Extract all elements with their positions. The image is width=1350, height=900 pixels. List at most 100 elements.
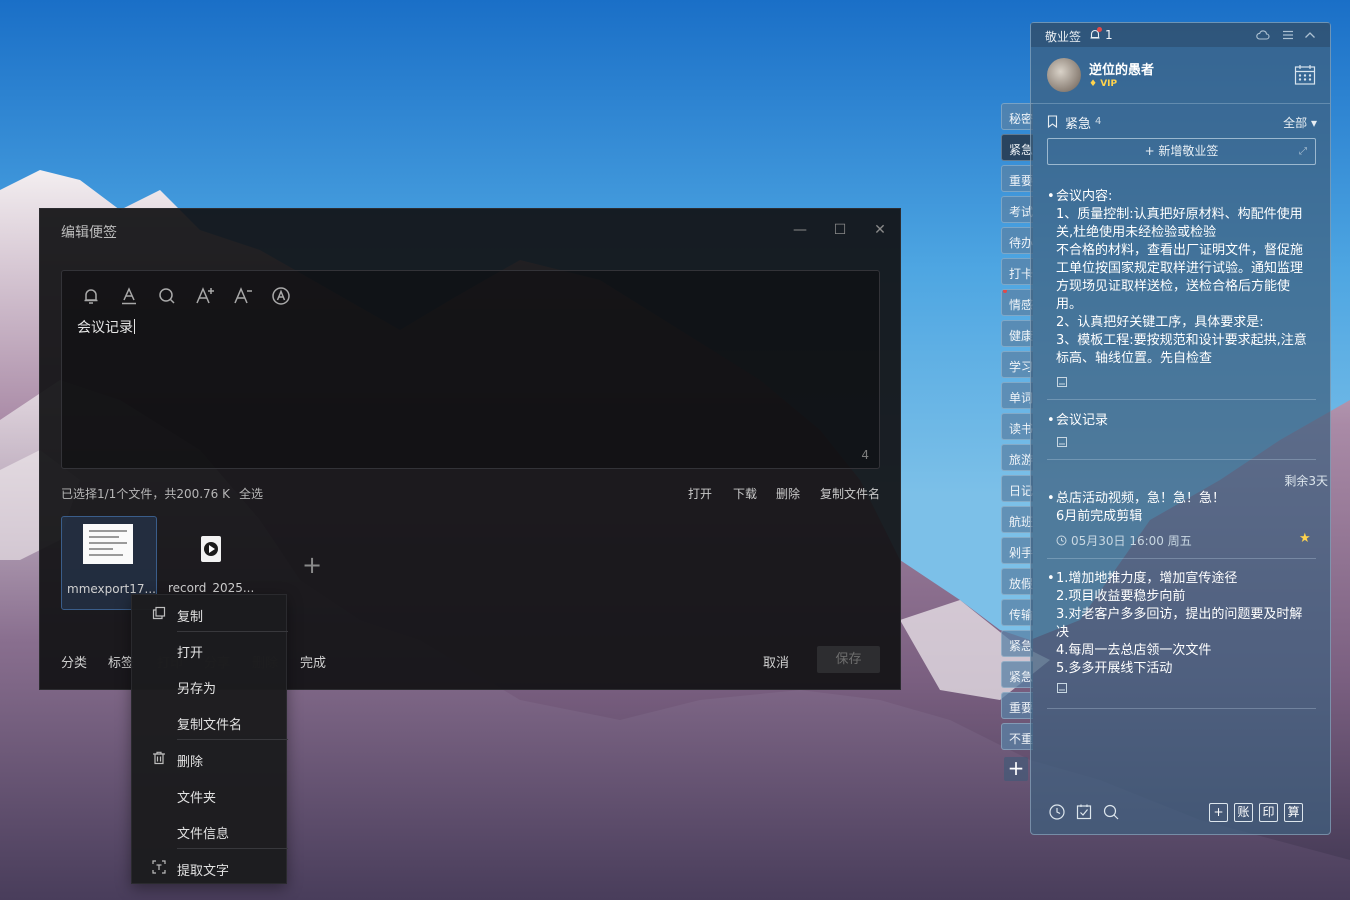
done-button[interactable]: 完成 xyxy=(300,652,326,671)
maximize-button[interactable]: ☐ xyxy=(829,219,851,241)
note-item[interactable]: • 1.增加地推力度，增加宣传途径 2.项目收益要稳步向前 3.对老客户多多回访… xyxy=(1047,570,1316,680)
menu-item-folder[interactable]: 文件夹 xyxy=(132,777,288,813)
font-size-decrease-icon[interactable] xyxy=(232,285,254,307)
delete-file-link[interactable]: 删除 xyxy=(776,485,800,502)
cancel-button[interactable]: 取消 xyxy=(763,652,789,671)
attachment-bar: 已选择1/1个文件，共200.76 K 全选 打开 下载 删除 复制文件名 xyxy=(61,485,881,503)
avatar[interactable] xyxy=(1047,58,1081,92)
add-category-button[interactable]: + xyxy=(1004,757,1028,781)
tab-emotion[interactable]: 情感 xyxy=(1001,289,1033,316)
checklist-icon[interactable] xyxy=(1075,803,1093,821)
window-title: 编辑便签 xyxy=(61,225,117,241)
note-item[interactable]: • 总店活动视频，急！急！急！ 6月前完成剪辑 xyxy=(1047,490,1316,530)
collapse-chevron-icon[interactable] xyxy=(1303,28,1317,42)
category-name: 紧急 xyxy=(1065,117,1092,132)
media-file-icon xyxy=(201,536,221,562)
menu-item-copy[interactable]: 复制 xyxy=(132,596,288,632)
category-header: 紧急 4 全部 ▾ xyxy=(1047,113,1317,132)
font-size-increase-icon[interactable] xyxy=(194,285,216,307)
reminder-bell-icon[interactable] xyxy=(80,285,102,307)
new-note-button[interactable]: + 新增敬业签 ⤢ xyxy=(1047,138,1316,165)
attachment-name: record_2025... xyxy=(168,581,255,595)
calendar-icon[interactable] xyxy=(1293,63,1317,87)
tab-todo[interactable]: 待办 xyxy=(1001,227,1033,254)
category-button[interactable]: 分类 xyxy=(61,652,87,671)
search-icon[interactable] xyxy=(1102,803,1120,821)
calculator-button[interactable]: 算 xyxy=(1284,803,1303,822)
search-icon[interactable] xyxy=(156,285,178,307)
reminder-badge xyxy=(1097,27,1102,32)
tab-words[interactable]: 单词 xyxy=(1001,382,1033,409)
tab-travel[interactable]: 旅游 xyxy=(1001,444,1033,471)
cloud-sync-icon[interactable] xyxy=(1256,28,1270,42)
tab-checkin[interactable]: 打卡 xyxy=(1001,258,1033,285)
category-count: 4 xyxy=(1095,116,1102,127)
expand-icon: ⤢ xyxy=(1299,146,1307,157)
tab-not-important[interactable]: 不重 xyxy=(1001,723,1033,750)
note-text: 会议内容: 1、质量控制:认真把好原材料、构配件使用关,杜绝使用未经检验或检验 … xyxy=(1056,189,1307,364)
menu-icon[interactable] xyxy=(1281,28,1295,42)
panel-header[interactable]: 敬业签 1 xyxy=(1031,23,1330,47)
tab-flight[interactable]: 航班 xyxy=(1001,506,1033,533)
note-text[interactable]: 会议记录 xyxy=(77,317,135,337)
tab-transfer[interactable]: 传输 xyxy=(1001,599,1033,626)
close-button[interactable]: ✕ xyxy=(869,219,891,241)
tab-holiday[interactable]: 放假 xyxy=(1001,568,1033,595)
tab-urgent-3[interactable]: 紧急 xyxy=(1001,661,1033,688)
select-all-link[interactable]: 全选 xyxy=(239,485,263,502)
add-attachment-button[interactable]: + xyxy=(302,553,322,577)
scan-text-icon xyxy=(152,860,166,874)
remaining-days: 剩余3天 xyxy=(1284,474,1328,488)
tab-urgent-2[interactable]: 紧急 xyxy=(1001,630,1033,657)
title-bar[interactable]: 编辑便签 — ☐ ✕ xyxy=(40,209,900,251)
tab-urgent[interactable]: 紧急 xyxy=(1001,134,1033,161)
add-note-icon[interactable]: + xyxy=(1209,803,1228,822)
user-name: 逆位的愚者 xyxy=(1089,63,1155,78)
note-editor[interactable]: 会议记录 4 xyxy=(61,270,880,469)
save-button[interactable]: 保存 xyxy=(817,646,880,673)
print-button[interactable]: 印 xyxy=(1259,803,1278,822)
note-item[interactable]: • 会议记录 xyxy=(1047,412,1316,432)
file-context-menu: 复制 打开 另存为 复制文件名 删除 文件夹 文件信息 提取文字 xyxy=(131,594,288,886)
attachment-icon xyxy=(1056,436,1068,448)
tab-secret[interactable]: 秘密 xyxy=(1001,103,1033,130)
app-name: 敬业签 xyxy=(1045,30,1082,44)
tab-diary[interactable]: 日记 xyxy=(1001,475,1033,502)
note-text: 1.增加地推力度，增加宣传途径 2.项目收益要稳步向前 3.对老客户多多回访，提… xyxy=(1056,571,1303,676)
tab-study[interactable]: 学习 xyxy=(1001,351,1033,378)
text-color-icon[interactable] xyxy=(118,285,140,307)
tab-reading[interactable]: 读书 xyxy=(1001,413,1033,440)
clear-format-icon[interactable] xyxy=(270,285,292,307)
clock-icon xyxy=(1056,535,1067,546)
minimize-button[interactable]: — xyxy=(789,219,811,241)
menu-item-save-as[interactable]: 另存为 xyxy=(132,668,288,704)
menu-item-extract-text[interactable]: 提取文字 xyxy=(132,850,288,886)
filter-dropdown[interactable]: 全部 ▾ xyxy=(1283,114,1317,131)
tab-shopping[interactable]: 剁手 xyxy=(1001,537,1033,564)
open-file-link[interactable]: 打开 xyxy=(688,485,712,502)
panel-footer: + 账 印 算 xyxy=(1031,800,1330,826)
note-item[interactable]: • 会议内容: 1、质量控制:认真把好原材料、构配件使用关,杜绝使用未经检验或检… xyxy=(1047,188,1316,364)
menu-item-copy-filename[interactable]: 复制文件名 xyxy=(132,704,288,740)
ledger-button[interactable]: 账 xyxy=(1234,803,1253,822)
tab-exam[interactable]: 考试 xyxy=(1001,196,1033,223)
trash-icon xyxy=(152,751,166,765)
clock-icon[interactable] xyxy=(1048,803,1066,821)
image-thumbnail xyxy=(83,524,133,564)
menu-item-delete[interactable]: 删除 xyxy=(132,741,288,777)
due-time: 05月30日 16:00 周五 xyxy=(1056,532,1192,549)
star-icon[interactable]: ★ xyxy=(1299,531,1311,546)
tab-important[interactable]: 重要 xyxy=(1001,165,1033,192)
menu-item-open[interactable]: 打开 xyxy=(132,632,288,668)
tab-important-2[interactable]: 重要 xyxy=(1001,692,1033,719)
menu-item-file-info[interactable]: 文件信息 xyxy=(132,813,288,849)
reminder-count: 1 xyxy=(1105,28,1113,42)
copy-filename-link[interactable]: 复制文件名 xyxy=(820,485,880,502)
bookmark-icon xyxy=(1047,115,1058,129)
sticky-notes-panel: 敬业签 1 逆位的愚者 ♦ VIP 紧急 4 全部 ▾ + 新增敬业签 ⤢ • … xyxy=(1030,22,1331,835)
download-file-link[interactable]: 下载 xyxy=(733,485,757,502)
note-text: 会议记录 xyxy=(1056,413,1109,428)
note-attach-row xyxy=(1047,682,1316,696)
tab-health[interactable]: 健康 xyxy=(1001,320,1033,347)
attachment-icon xyxy=(1056,376,1068,388)
